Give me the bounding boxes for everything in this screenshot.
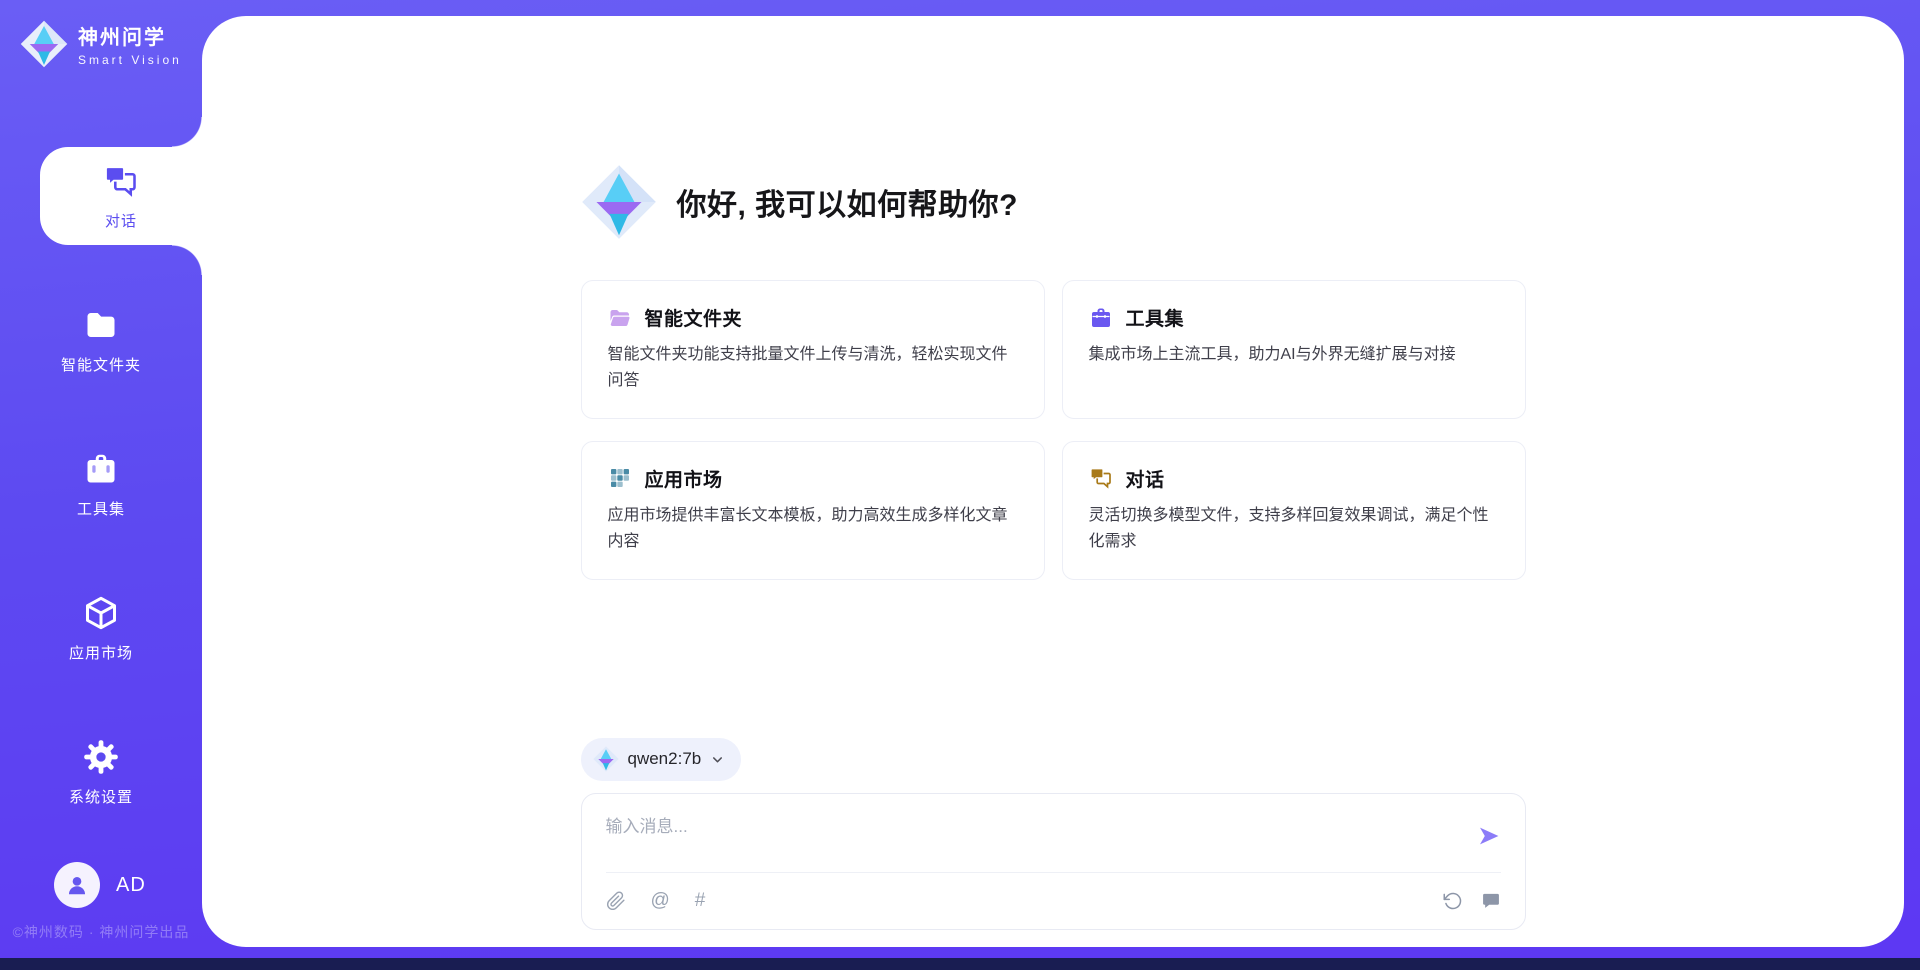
diamond-logo-icon [581, 164, 657, 240]
card-description: 灵活切换多模型文件，支持多样回复效果调试，满足个性化需求 [1089, 503, 1499, 555]
user-avatar-icon [54, 862, 100, 908]
at-icon: @ [651, 891, 670, 910]
main-panel: 你好, 我可以如何帮助你? 智能文件夹 智能文件夹功能支持批量文件上传与清洗，轻… [202, 16, 1904, 947]
briefcase-icon [1089, 306, 1113, 330]
paperclip-icon [606, 891, 626, 911]
history-icon [1443, 891, 1463, 911]
brand-logo: 神州问学 Smart Vision [20, 20, 182, 68]
feature-cards: 智能文件夹 智能文件夹功能支持批量文件上传与清洗，轻松实现文件问答 工具集 集成… [581, 280, 1526, 580]
attach-file-button[interactable] [606, 891, 626, 911]
card-title: 智能文件夹 [645, 304, 743, 331]
sidebar: 神州问学 Smart Vision 对话 智能文件夹 [0, 0, 202, 958]
sidebar-item-label: 工具集 [77, 498, 125, 519]
hash-icon: # [695, 891, 706, 910]
user-account[interactable]: AD [54, 862, 146, 908]
chat-bubbles-icon [1089, 466, 1113, 490]
sidebar-item-toolset[interactable]: 工具集 [0, 435, 202, 533]
card-title: 工具集 [1126, 304, 1185, 331]
card-smart-folder[interactable]: 智能文件夹 智能文件夹功能支持批量文件上传与清洗，轻松实现文件问答 [581, 280, 1045, 419]
cube-icon [81, 593, 121, 633]
card-toolset[interactable]: 工具集 集成市场上主流工具，助力AI与外界无缝扩展与对接 [1062, 280, 1526, 419]
user-label: AD [116, 874, 146, 897]
send-button[interactable] [1477, 824, 1501, 851]
card-description: 应用市场提供丰富长文本模板，助力高效生成多样化文章内容 [608, 503, 1018, 555]
greeting-title: 你好, 我可以如何帮助你? [677, 180, 1019, 224]
history-button[interactable] [1443, 891, 1463, 911]
folder-icon [608, 306, 632, 330]
sidebar-item-chat[interactable]: 对话 [40, 147, 202, 245]
topic-button[interactable]: # [695, 891, 706, 910]
card-description: 集成市场上主流工具，助力AI与外界无缝扩展与对接 [1089, 342, 1499, 368]
new-chat-button[interactable] [1481, 891, 1501, 911]
composer: qwen2:7b [581, 738, 1526, 930]
briefcase-icon [81, 449, 121, 489]
card-chat[interactable]: 对话 灵活切换多模型文件，支持多样回复效果调试，满足个性化需求 [1062, 441, 1526, 580]
model-selector[interactable]: qwen2:7b [581, 738, 742, 781]
sidebar-item-label: 对话 [105, 210, 137, 231]
chat-square-icon [1481, 891, 1501, 911]
sidebar-nav: 对话 智能文件夹 工具集 [0, 147, 202, 867]
folder-icon [81, 305, 121, 345]
diamond-logo-icon [20, 20, 68, 68]
brand-subtitle: Smart Vision [78, 53, 182, 67]
card-app-market[interactable]: 应用市场 应用市场提供丰富长文本模板，助力高效生成多样化文章内容 [581, 441, 1045, 580]
card-title: 对话 [1126, 465, 1165, 492]
message-input-box: @ # [581, 793, 1526, 930]
mention-button[interactable]: @ [651, 891, 670, 910]
message-input[interactable] [606, 812, 1465, 870]
diamond-logo-icon [593, 746, 619, 772]
sidebar-footer-text: ©神州数码 · 神州问学出品 [0, 922, 202, 942]
chevron-down-icon [710, 752, 725, 767]
sidebar-item-label: 系统设置 [69, 786, 133, 807]
gear-icon [81, 737, 121, 777]
chat-bubbles-icon [101, 161, 141, 201]
sidebar-item-settings[interactable]: 系统设置 [0, 723, 202, 821]
sidebar-item-label: 应用市场 [69, 642, 133, 663]
page-bottom-bar [0, 958, 1920, 970]
model-name: qwen2:7b [628, 749, 702, 769]
send-icon [1477, 824, 1501, 848]
sidebar-item-smart-folder[interactable]: 智能文件夹 [0, 291, 202, 389]
card-title: 应用市场 [645, 465, 723, 492]
grid-icon [608, 466, 632, 490]
brand-name: 神州问学 [78, 21, 182, 50]
card-description: 智能文件夹功能支持批量文件上传与清洗，轻松实现文件问答 [608, 342, 1018, 394]
greeting-header: 你好, 我可以如何帮助你? [581, 164, 1526, 240]
sidebar-item-app-market[interactable]: 应用市场 [0, 579, 202, 677]
sidebar-item-label: 智能文件夹 [61, 354, 141, 375]
